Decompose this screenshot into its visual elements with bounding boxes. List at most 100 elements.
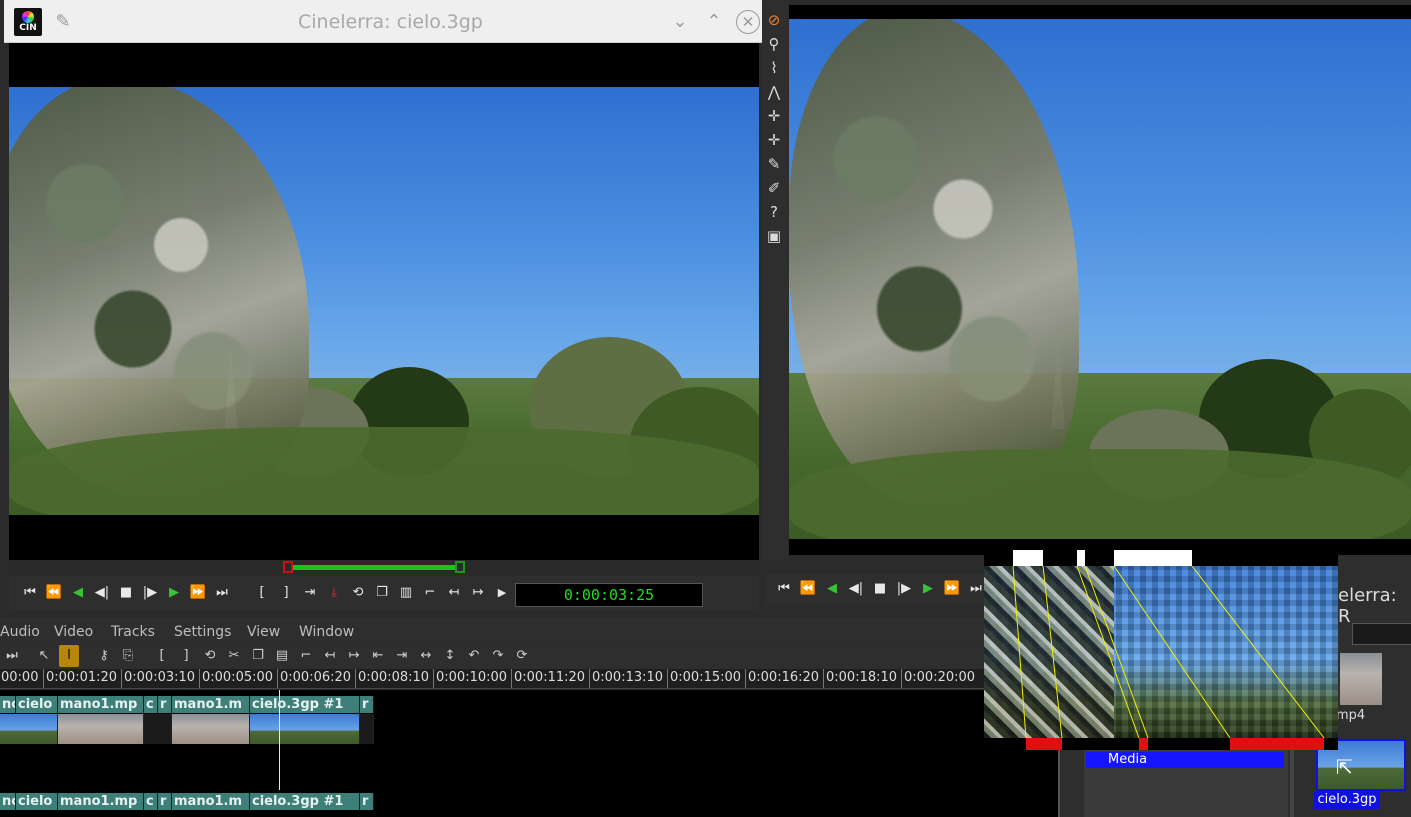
fit-width-icon[interactable]: ↔ bbox=[416, 645, 436, 667]
splice-icon[interactable]: ⇥ bbox=[299, 582, 321, 604]
viewer-canvas[interactable] bbox=[9, 43, 759, 560]
next-label-icon[interactable]: ↦ bbox=[467, 582, 489, 604]
redo-icon[interactable]: ↷ bbox=[488, 645, 508, 667]
protect-icon[interactable]: ⊘ bbox=[762, 8, 786, 32]
timeline-cursor[interactable] bbox=[279, 690, 280, 790]
fast-forward-icon[interactable]: ⏩ bbox=[187, 582, 209, 604]
close-icon[interactable]: ✕ bbox=[736, 10, 760, 34]
reverse-play-icon[interactable]: ◀ bbox=[67, 582, 89, 604]
compositor-fast-forward-icon[interactable]: ⏩ bbox=[941, 578, 963, 600]
reset-icon[interactable]: ⟳ bbox=[512, 645, 532, 667]
asset-label[interactable]: mp4 bbox=[1336, 708, 1365, 723]
compositor-play-icon[interactable]: ▶ bbox=[917, 578, 939, 600]
prev-label-icon[interactable]: ↤ bbox=[443, 582, 465, 604]
audio-clip[interactable]: c bbox=[144, 793, 158, 810]
ibeam-mode-icon[interactable]: I bbox=[59, 645, 79, 667]
menu-video[interactable]: Video bbox=[54, 624, 93, 640]
align-right-icon[interactable]: ⇥ bbox=[392, 645, 412, 667]
audio-clip[interactable]: r bbox=[360, 793, 374, 810]
loop-icon[interactable]: ⟲ bbox=[347, 582, 369, 604]
crop-icon[interactable]: ✎ bbox=[762, 152, 786, 176]
out-point-icon[interactable]: ] bbox=[275, 582, 297, 604]
fast-reverse-icon[interactable]: ⏪ bbox=[43, 582, 65, 604]
timeline-ruler[interactable]: 00:00 0:00:01:20 0:00:03:10 0:00:05:00 0… bbox=[0, 669, 985, 689]
audio-clip[interactable]: mano1.m bbox=[172, 793, 250, 810]
in-point-icon[interactable]: [ bbox=[251, 582, 273, 604]
compositor-frame-back-icon[interactable]: ◀| bbox=[845, 578, 867, 600]
video-clip[interactable]: c bbox=[144, 696, 158, 713]
copy-icon[interactable]: ❐ bbox=[248, 645, 268, 667]
projector-icon[interactable]: ✛ bbox=[762, 128, 786, 152]
audio-clip[interactable]: cielo.3gp #1 bbox=[250, 793, 360, 810]
maximize-icon[interactable]: ⌃ bbox=[702, 10, 726, 34]
play-icon[interactable]: ▶ bbox=[163, 582, 185, 604]
video-clip[interactable]: r bbox=[360, 696, 374, 713]
camera-icon[interactable]: ✛ bbox=[762, 104, 786, 128]
timeline-tracks[interactable]: nc cielo mano1.mp c r mano1.m cielo.3gp … bbox=[0, 690, 1060, 817]
compositor-goto-start-icon[interactable]: ⏮ bbox=[773, 578, 795, 600]
prev-label-icon[interactable]: ↤ bbox=[320, 645, 340, 667]
asset-thumbnail[interactable] bbox=[1340, 653, 1382, 705]
video-clip[interactable]: nc bbox=[0, 696, 16, 713]
fit-height-icon[interactable]: ↕ bbox=[440, 645, 460, 667]
lock-icon[interactable]: ⎘ bbox=[118, 645, 138, 667]
undo-icon[interactable]: ↶ bbox=[464, 645, 484, 667]
minimize-icon[interactable]: ⌄ bbox=[668, 10, 692, 34]
audio-clip[interactable]: cielo bbox=[16, 793, 58, 810]
video-clip[interactable]: mano1.m bbox=[172, 696, 250, 713]
menu-view[interactable]: View bbox=[247, 624, 280, 640]
ruler-icon[interactable]: ⋀ bbox=[762, 80, 786, 104]
menu-window[interactable]: Window bbox=[299, 624, 354, 640]
out-point-icon[interactable]: ] bbox=[176, 645, 196, 667]
audio-clip[interactable]: nc bbox=[0, 793, 16, 810]
eyedropper-icon[interactable]: ✐ bbox=[762, 176, 786, 200]
menu-settings[interactable]: Settings bbox=[174, 624, 231, 640]
goto-start-icon[interactable]: ⏮ bbox=[19, 582, 41, 604]
audio-clip[interactable]: r bbox=[158, 793, 172, 810]
resources-search[interactable] bbox=[1352, 623, 1411, 645]
menu-arrow-icon[interactable]: ▶ bbox=[491, 582, 513, 604]
goto-end-icon[interactable]: ⏭ bbox=[211, 582, 233, 604]
frame-back-icon[interactable]: ◀| bbox=[91, 582, 113, 604]
viewer-timecode[interactable]: 0:00:03:25 bbox=[515, 583, 703, 607]
stop-icon[interactable]: ■ bbox=[115, 582, 137, 604]
compositor-frame-forward-icon[interactable]: |▶ bbox=[893, 578, 915, 600]
frame-forward-icon[interactable]: |▶ bbox=[139, 582, 161, 604]
overwrite-icon[interactable]: ⤓ bbox=[323, 582, 345, 604]
goto-end-icon[interactable]: ⏭ bbox=[2, 645, 22, 667]
viewer-scrubber[interactable] bbox=[9, 560, 759, 574]
audio-clip[interactable]: mano1.mp bbox=[58, 793, 144, 810]
zoom-icon[interactable]: ⚲ bbox=[762, 32, 786, 56]
compositor-canvas[interactable] bbox=[789, 5, 1411, 555]
paste-icon[interactable]: ▤ bbox=[272, 645, 292, 667]
cut-icon[interactable]: ✂ bbox=[224, 645, 244, 667]
video-clip[interactable]: cielo.3gp #1 bbox=[250, 696, 360, 713]
help-icon[interactable]: ? bbox=[762, 200, 786, 224]
mask-icon[interactable]: ⌇ bbox=[762, 56, 786, 80]
label-icon[interactable]: ⌐ bbox=[296, 645, 316, 667]
asset-label[interactable]: cielo.3gp bbox=[1314, 791, 1380, 809]
video-clip[interactable]: cielo bbox=[16, 696, 58, 713]
menu-audio[interactable]: Audio bbox=[0, 624, 40, 640]
label-icon[interactable]: ⌐ bbox=[419, 582, 441, 604]
in-point-marker[interactable] bbox=[283, 561, 293, 573]
copy-icon[interactable]: ❐ bbox=[371, 582, 393, 604]
pin-icon[interactable]: ✎ bbox=[51, 10, 75, 34]
folder-media[interactable]: Media bbox=[1086, 752, 1284, 768]
in-point-icon[interactable]: [ bbox=[152, 645, 172, 667]
compositor-fast-reverse-icon[interactable]: ⏪ bbox=[797, 578, 819, 600]
loop-icon[interactable]: ⟲ bbox=[200, 645, 220, 667]
clip-icon[interactable]: ▥ bbox=[395, 582, 417, 604]
next-label-icon[interactable]: ↦ bbox=[344, 645, 364, 667]
compositor-stop-icon[interactable]: ■ bbox=[869, 578, 891, 600]
align-left-icon[interactable]: ⇤ bbox=[368, 645, 388, 667]
viewer-titlebar[interactable]: CIN ✎ Cinelerra: cielo.3gp ⌄ ⌃ ✕ bbox=[4, 0, 772, 43]
arrow-mode-icon[interactable]: ↖ bbox=[34, 645, 54, 667]
menu-tracks[interactable]: Tracks bbox=[111, 624, 155, 640]
safe-region-icon[interactable]: ▣ bbox=[762, 224, 786, 248]
video-clip[interactable]: r bbox=[158, 696, 172, 713]
compositor-reverse-play-icon[interactable]: ◀ bbox=[821, 578, 843, 600]
out-point-marker[interactable] bbox=[455, 561, 465, 573]
video-clip[interactable]: mano1.mp bbox=[58, 696, 144, 713]
keyframe-icon[interactable]: ⚷ bbox=[94, 645, 114, 667]
